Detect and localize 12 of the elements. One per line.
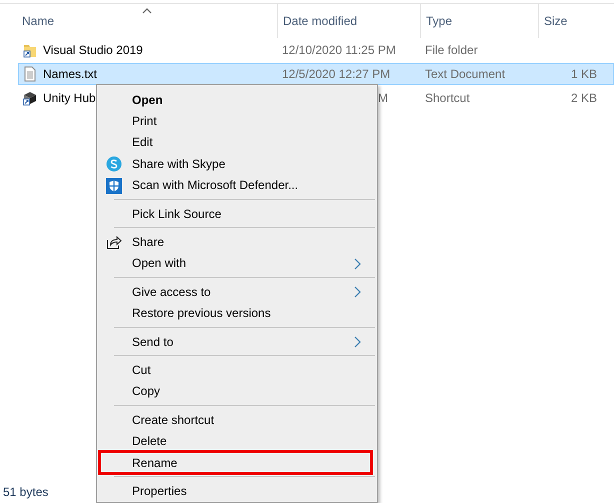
type-cell: Text Document	[425, 67, 506, 81]
type-cell: Shortcut	[425, 91, 470, 105]
file-name: Unity Hub	[43, 91, 96, 105]
date-cell: M	[378, 91, 388, 105]
size-cell: 2 KB	[570, 91, 597, 105]
date-cell: 12/5/2020 12:27 PM	[282, 67, 390, 81]
date-cell: 12/10/2020 11:25 PM	[282, 43, 396, 57]
type-cell: File folder	[425, 43, 478, 57]
size-cell: 1 KB	[570, 67, 597, 81]
status-text: 51 bytes	[3, 485, 48, 499]
file-name: Visual Studio 2019	[43, 43, 143, 57]
file-name: Names.txt	[43, 67, 98, 81]
